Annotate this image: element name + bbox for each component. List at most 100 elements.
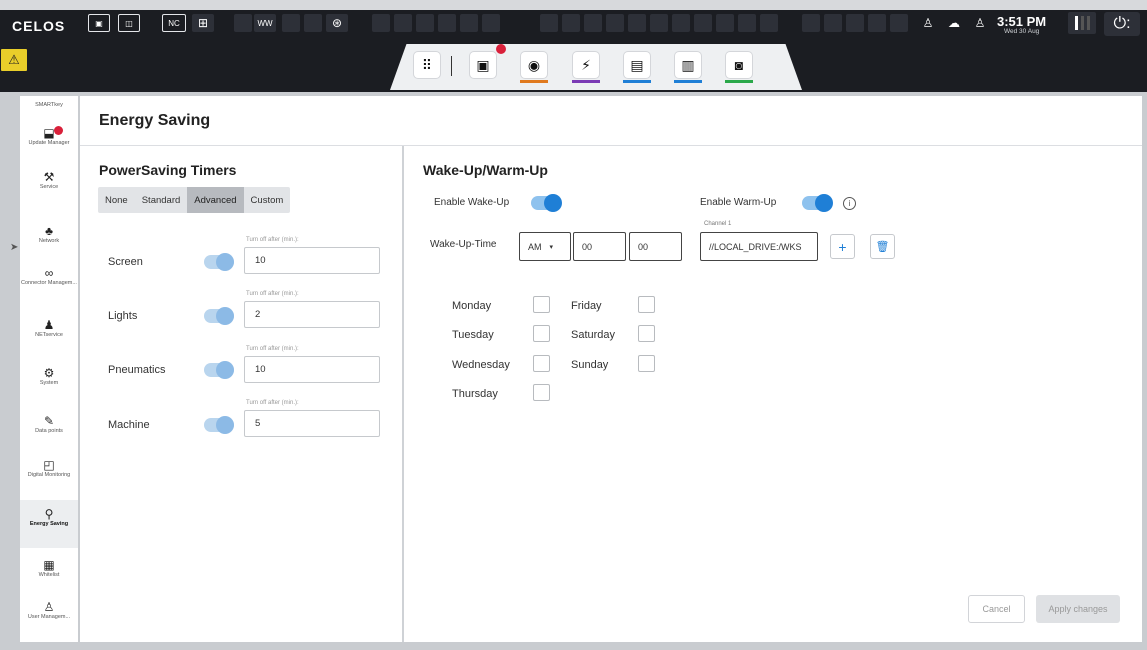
status-block	[304, 14, 322, 32]
dock-accent	[520, 80, 548, 83]
screen-label: Screen	[108, 256, 143, 268]
sidebar-item-user-management[interactable]: ♙ User Managem...	[20, 600, 78, 621]
status-block	[628, 14, 646, 32]
wednesday-checkbox[interactable]	[533, 355, 550, 372]
friday-checkbox[interactable]	[638, 296, 655, 313]
mouse-cursor: ➤	[10, 242, 19, 253]
mode-advanced-button[interactable]: Advanced	[187, 187, 244, 213]
status-block	[650, 14, 668, 32]
document-icon[interactable]: ▥	[675, 52, 701, 78]
sidebar-item-energy-saving[interactable]: ⚲ Energy Saving	[20, 500, 78, 548]
timers-title: PowerSaving Timers	[99, 162, 237, 178]
status-block	[234, 14, 252, 32]
panel-icon[interactable]: ◫	[118, 14, 140, 32]
nc-icon[interactable]: NC	[162, 14, 186, 32]
wake-title: Wake-Up/Warm-Up	[423, 162, 548, 178]
shield-icon[interactable]: ◉	[521, 52, 547, 78]
day-label-friday: Friday	[571, 300, 602, 312]
mode-custom-button[interactable]: Custom	[244, 187, 291, 213]
status-block	[394, 14, 412, 32]
apply-changes-button[interactable]: Apply changes	[1036, 595, 1120, 623]
pneumatics-timeout-input[interactable]: 10	[244, 356, 380, 383]
status-block	[282, 14, 300, 32]
divider	[80, 145, 1142, 146]
camera-icon[interactable]: ◙	[726, 52, 752, 78]
update-icon: ⬓	[43, 126, 55, 140]
lights-timeout-input[interactable]: 2	[244, 301, 380, 328]
field-hint: Turn off after (min.):	[246, 346, 299, 352]
screen-toggle[interactable]	[204, 253, 234, 271]
users-icon[interactable]: ♙	[970, 14, 990, 32]
sidebar-item-system[interactable]: ⚙ System	[20, 366, 78, 387]
status-block	[460, 14, 478, 32]
dock-separator	[451, 56, 452, 76]
monitor-icon[interactable]: ▣	[88, 14, 110, 32]
sidebar-item-netservice[interactable]: ♟ NETservice	[20, 318, 78, 339]
day-label-thursday: Thursday	[452, 388, 498, 400]
channel-path-input[interactable]: //LOCAL_DRIVE:/WKS	[700, 232, 818, 261]
lights-toggle[interactable]	[204, 307, 234, 325]
grid-tool-icon[interactable]: ⊞	[192, 14, 214, 32]
mode-standard-button[interactable]: Standard	[135, 187, 188, 213]
enable-warmup-toggle[interactable]	[802, 194, 833, 212]
data-icon[interactable]: ▤	[624, 52, 650, 78]
sidebar-item-whitelist[interactable]: ▦ Whitelist	[20, 558, 78, 579]
netservice-icon: ♟	[43, 318, 55, 332]
status-block	[562, 14, 580, 32]
apps-grid-icon[interactable]: ⠿	[414, 52, 440, 78]
clock-time: 3:51 PM	[997, 14, 1047, 29]
day-label-wednesday: Wednesday	[452, 359, 510, 371]
sidebar-header: SMARTkey	[35, 102, 63, 108]
delete-icon[interactable]: 🗑	[870, 234, 895, 259]
pneumatics-toggle[interactable]	[204, 361, 234, 379]
cloud-icon[interactable]: ☁	[944, 14, 964, 32]
machine-toggle[interactable]	[204, 416, 234, 434]
sidebar-item-digital-monitoring[interactable]: ◰ Digital Monitoring	[20, 458, 78, 479]
channel-label: Channel 1	[704, 221, 732, 227]
pneumatics-label: Pneumatics	[108, 364, 166, 376]
saturday-checkbox[interactable]	[638, 325, 655, 342]
sidebar-item-connector[interactable]: ∞ Connector Managem...	[20, 266, 78, 287]
field-hint: Turn off after (min.):	[246, 291, 299, 297]
dock-accent	[674, 80, 702, 83]
enable-wakeup-label: Enable Wake-Up	[434, 197, 510, 208]
lights-label: Lights	[108, 310, 138, 322]
field-hint: Turn off after (min.):	[246, 237, 299, 243]
service-icon: ⚒	[43, 170, 55, 184]
machine-timeout-input[interactable]: 5	[244, 410, 380, 437]
enable-wakeup-toggle[interactable]	[531, 194, 562, 212]
tuesday-checkbox[interactable]	[533, 325, 550, 342]
status-block	[890, 14, 908, 32]
user-signal-icon[interactable]: ♙	[918, 14, 938, 32]
cancel-button[interactable]: Cancel	[968, 595, 1025, 623]
update-badge	[54, 126, 63, 135]
connector-icon: ∞	[44, 266, 54, 280]
ampm-select[interactable]: AM ▾	[519, 232, 571, 261]
monday-checkbox[interactable]	[533, 296, 550, 313]
warning-icon[interactable]: ⚠	[1, 49, 27, 71]
page-title: Energy Saving	[99, 112, 211, 129]
hour-input[interactable]: 00	[573, 232, 626, 261]
sidebar-item-service[interactable]: ⚒ Service	[20, 170, 78, 191]
status-block	[482, 14, 500, 32]
mode-none-button[interactable]: None	[98, 187, 135, 213]
status-block	[694, 14, 712, 32]
screen-timeout-input[interactable]: 10	[244, 247, 380, 274]
energy-saving-icon: ⚲	[44, 507, 54, 521]
status-block	[584, 14, 602, 32]
sidebar-item-network[interactable]: ♣ Network	[20, 224, 78, 245]
machine-icon[interactable]: ▣	[470, 52, 496, 78]
minute-input[interactable]: 00	[629, 232, 682, 261]
thursday-checkbox[interactable]	[533, 384, 550, 401]
power-icon[interactable]: ⏻:	[1104, 12, 1140, 36]
energy-icon[interactable]: ⚡	[573, 52, 599, 78]
sunday-checkbox[interactable]	[638, 355, 655, 372]
add-channel-button[interactable]: +	[830, 234, 855, 259]
steering-icon[interactable]: ⊛	[326, 14, 348, 32]
status-block	[416, 14, 434, 32]
wave-icon[interactable]: WW	[254, 14, 276, 32]
sidebar-item-data-points[interactable]: ✎ Data points	[20, 414, 78, 435]
info-icon[interactable]: i	[843, 197, 856, 210]
sidebar-item-update-manager[interactable]: ⬓ Update Manager	[20, 126, 78, 147]
enable-warmup-label: Enable Warm-Up	[700, 197, 777, 208]
